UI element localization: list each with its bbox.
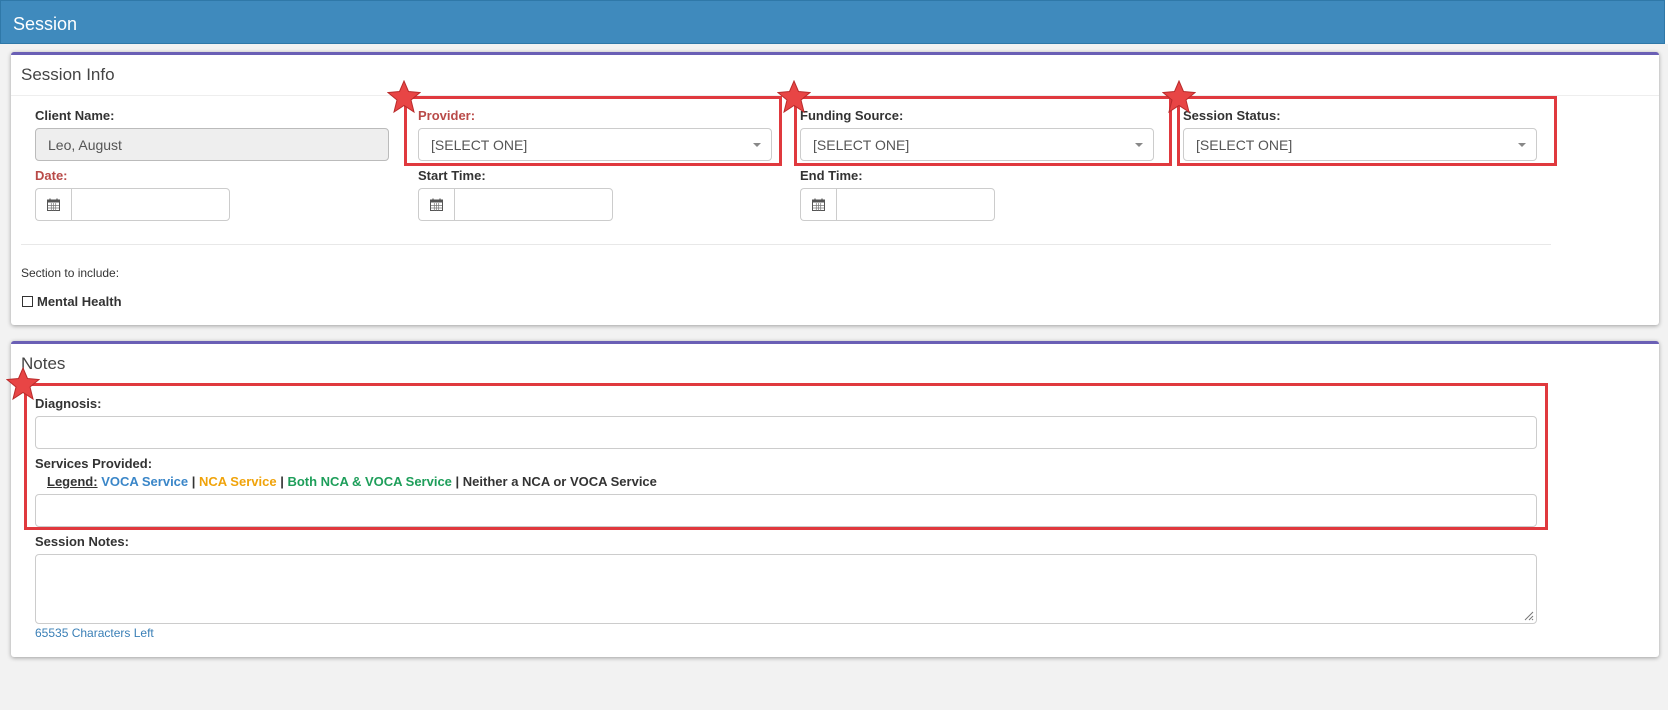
start-time-input[interactable] (454, 188, 613, 221)
star-icon (387, 80, 421, 114)
mental-health-checkbox[interactable] (22, 296, 33, 307)
mental-health-label[interactable]: Mental Health (37, 294, 122, 309)
panel-title-session-info: Session Info (21, 65, 115, 84)
highlight-provider (404, 96, 782, 166)
client-name-field[interactable] (35, 128, 389, 161)
page-header: Session (0, 0, 1665, 44)
date-input[interactable] (71, 188, 230, 221)
page-title: Session (13, 14, 78, 34)
end-time-input[interactable] (836, 188, 995, 221)
characters-left-counter: 65535 Characters Left (35, 626, 154, 640)
highlight-funding-source (794, 96, 1172, 166)
section-to-include-label: Section to include: (21, 266, 120, 280)
session-notes-textarea[interactable] (35, 554, 1537, 624)
start-time-calendar-button[interactable] (418, 188, 454, 221)
start-time-label: Start Time: (418, 168, 486, 183)
session-info-panel: Session Info Client Name: Provider: [SEL… (11, 52, 1659, 325)
star-icon (6, 367, 40, 401)
highlight-notes-fields (24, 383, 1548, 530)
end-time-calendar-button[interactable] (800, 188, 836, 221)
date-calendar-button[interactable] (35, 188, 71, 221)
session-notes-label: Session Notes: (35, 534, 129, 549)
star-icon (777, 80, 811, 114)
section-divider (21, 244, 1551, 245)
resize-grip-icon[interactable] (1522, 609, 1534, 621)
end-time-picker (800, 188, 995, 221)
calendar-icon (47, 198, 60, 211)
end-time-label: End Time: (800, 168, 863, 183)
calendar-icon (812, 198, 825, 211)
star-icon (1162, 80, 1196, 114)
highlight-session-status (1177, 96, 1557, 166)
client-name-label: Client Name: (35, 108, 115, 123)
date-label: Date: (35, 168, 68, 183)
start-time-picker (418, 188, 613, 221)
calendar-icon (430, 198, 443, 211)
date-picker (35, 188, 230, 221)
